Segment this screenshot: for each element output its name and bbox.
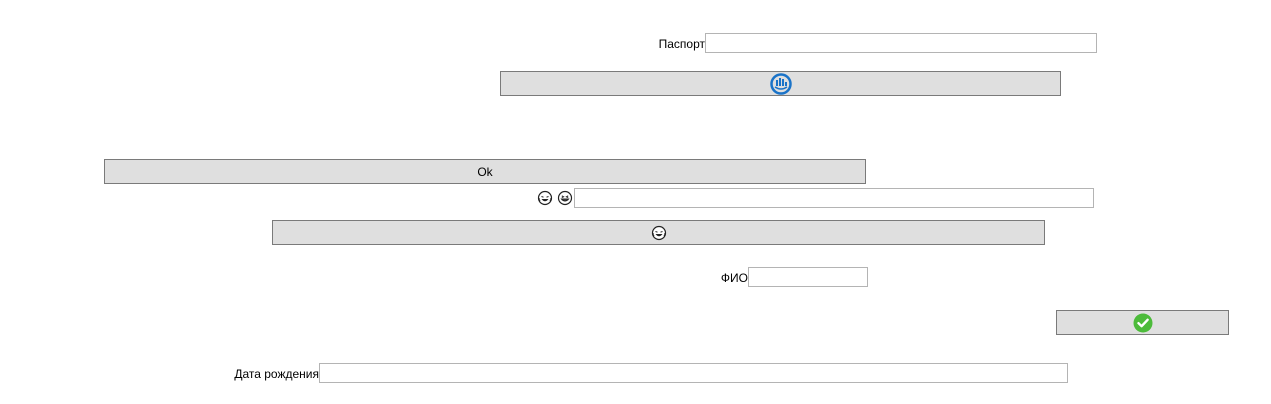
grinning-squint-face-icon: [557, 190, 573, 206]
emoji-text-input[interactable]: [574, 188, 1094, 208]
passport-label: Паспорт: [658, 37, 705, 51]
laughing-tears-face-icon: [651, 225, 667, 241]
fio-label: ФИО: [720, 271, 748, 285]
circular-refresh-icon: [769, 72, 792, 95]
confirm-button[interactable]: [1056, 310, 1229, 335]
ok-button[interactable]: Ok: [104, 159, 866, 184]
refresh-button[interactable]: [500, 71, 1061, 96]
fio-input[interactable]: [748, 267, 868, 287]
green-check-circle-icon: [1133, 313, 1153, 333]
birthdate-input[interactable]: [319, 363, 1068, 383]
laughing-tears-face-icon: [537, 190, 553, 206]
birthdate-label: Дата рождения: [234, 367, 319, 381]
passport-input[interactable]: [705, 33, 1097, 53]
emoji-button[interactable]: [272, 220, 1045, 245]
